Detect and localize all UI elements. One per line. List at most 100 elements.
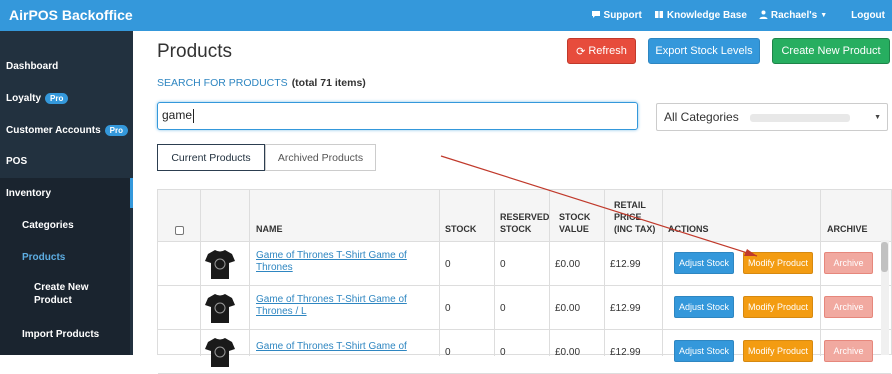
search-label: SEARCH FOR PRODUCTS (total 71 items) — [157, 77, 366, 89]
modify-product-button[interactable]: Modify Product — [743, 296, 813, 318]
adjust-stock-button[interactable]: Adjust Stock — [674, 296, 734, 318]
product-name-text: Thrones — [256, 262, 293, 273]
chat-icon — [591, 10, 601, 21]
header-text: STOCK — [559, 212, 591, 222]
sidebar-item-customer-accounts[interactable]: Customer Accounts Pro — [0, 122, 133, 138]
column-divider — [494, 190, 495, 356]
tab-current-products[interactable]: Current Products — [157, 144, 265, 171]
reserved-cell: 0 — [500, 259, 506, 270]
column-divider — [249, 190, 250, 356]
pro-badge: Pro — [104, 124, 128, 136]
user-icon — [759, 10, 768, 21]
product-name-text: Game of Thrones T-Shirt Game of — [256, 250, 407, 261]
header-text: PRICE — [614, 212, 642, 222]
column-divider — [200, 190, 201, 356]
refresh-button[interactable]: ⟳ Refresh — [567, 38, 636, 64]
sidebar-item-dashboard[interactable]: Dashboard — [0, 58, 133, 74]
table-row[interactable]: Game of Thrones T-Shirt Game of Thrones … — [158, 286, 891, 330]
main-content: Products ⟳ Refresh Export Stock Levels C… — [133, 31, 892, 374]
sidebar-item-label: Import Products — [22, 328, 100, 340]
scrollbar-thumb[interactable] — [881, 242, 888, 272]
adjust-stock-button[interactable]: Adjust Stock — [674, 252, 734, 274]
sidebar-item-label: Inventory — [6, 187, 52, 199]
support-label: Support — [603, 10, 642, 21]
app-title[interactable]: AirPOS Backoffice — [9, 7, 133, 23]
sidebar-item-label: Products — [22, 251, 66, 263]
price-cell: £12.99 — [610, 303, 641, 314]
sidebar-item-inventory[interactable]: Inventory — [0, 185, 133, 201]
export-stock-button[interactable]: Export Stock Levels — [648, 38, 760, 64]
column-divider — [820, 190, 821, 356]
stock-value-cell: £0.00 — [555, 303, 581, 314]
sidebar: Dashboard Loyalty Pro Customer Accounts … — [0, 31, 133, 355]
user-menu[interactable]: Rachael's ▼ — [753, 10, 833, 21]
stock-cell: 0 — [445, 303, 451, 314]
header-text: RESERVED — [500, 212, 550, 222]
header-reserved-stock[interactable]: RESERVED STOCK — [500, 211, 549, 235]
header-stock-value[interactable]: STOCK VALUE — [559, 211, 590, 235]
top-nav: Support Knowledge Base Rachael's ▼ Logou… — [585, 0, 892, 31]
sidebar-item-loyalty[interactable]: Loyalty Pro — [0, 90, 133, 106]
header-retail-price[interactable]: RETAIL PRICE (INC TAX) — [614, 199, 655, 235]
chevron-down-icon: ▼ — [874, 114, 881, 121]
column-divider — [662, 190, 663, 356]
header-name[interactable]: NAME — [256, 223, 283, 235]
product-name-link[interactable]: Game of Thrones T-Shirt Game of Thrones … — [256, 294, 416, 318]
refresh-icon: ⟳ — [576, 45, 586, 58]
tab-archived-products[interactable]: Archived Products — [265, 144, 376, 171]
select-all-checkbox[interactable] — [175, 226, 184, 235]
table-row[interactable]: Game of Thrones T-Shirt Game of 0 0 £0.0… — [158, 330, 891, 374]
create-new-product-button[interactable]: Create New Product — [772, 38, 890, 64]
stock-cell: 0 — [445, 259, 451, 270]
column-divider — [604, 190, 605, 356]
category-select[interactable]: All Categories ▼ — [656, 103, 888, 131]
tshirt-thumbnail — [205, 338, 235, 367]
stock-value-cell: £0.00 — [555, 347, 581, 358]
price-cell: £12.99 — [610, 259, 641, 270]
pro-badge: Pro — [45, 92, 69, 104]
sidebar-item-import-products[interactable]: Import Products — [0, 326, 133, 342]
archive-button[interactable]: Archive — [824, 340, 873, 362]
product-name-text: Thrones / L — [256, 306, 307, 317]
knowledge-base-link[interactable]: Knowledge Base — [648, 10, 753, 21]
header-actions: ACTIONS — [668, 224, 709, 234]
header-archive: ARCHIVE — [827, 224, 868, 234]
sidebar-item-pos[interactable]: POS — [0, 153, 133, 169]
modify-product-button[interactable]: Modify Product — [743, 340, 813, 362]
archive-button[interactable]: Archive — [824, 296, 873, 318]
product-name-link[interactable]: Game of Thrones T-Shirt Game of — [256, 341, 416, 353]
chevron-down-icon: ▼ — [820, 12, 828, 19]
user-name: Rachael's — [770, 10, 818, 21]
archive-button[interactable]: Archive — [824, 252, 873, 274]
book-icon — [654, 10, 664, 21]
modify-product-button[interactable]: Modify Product — [743, 252, 813, 274]
knowledge-base-label: Knowledge Base — [666, 10, 747, 21]
column-divider — [549, 190, 550, 356]
redacted-text — [750, 113, 851, 122]
search-for-products-label: SEARCH FOR PRODUCTS — [157, 77, 288, 89]
search-input[interactable]: game — [157, 102, 638, 130]
top-navbar: AirPOS Backoffice Support Knowledge Base… — [0, 0, 892, 31]
sidebar-item-products[interactable]: Products — [0, 249, 133, 265]
page-title: Products — [157, 41, 232, 62]
sidebar-item-categories[interactable]: Categories — [0, 217, 133, 233]
product-name-text: Game of Thrones T-Shirt Game of — [256, 294, 407, 305]
product-name-link[interactable]: Game of Thrones T-Shirt Game of Thrones — [256, 250, 416, 274]
table-row[interactable]: Game of Thrones T-Shirt Game of Thrones … — [158, 242, 891, 286]
sidebar-item-label: Create New — [34, 282, 89, 293]
header-stock[interactable]: STOCK — [445, 223, 476, 235]
header-text: STOCK — [500, 224, 532, 234]
sidebar-item-create-new-product[interactable]: Create New Product — [0, 281, 133, 309]
logout-link[interactable]: Logout — [833, 10, 892, 21]
header-text: VALUE — [559, 224, 589, 234]
total-items-count: (total 71 items) — [291, 77, 366, 89]
tshirt-thumbnail — [205, 294, 235, 323]
text-cursor — [193, 108, 195, 123]
sidebar-item-label: Product — [34, 295, 72, 306]
support-link[interactable]: Support — [585, 10, 648, 21]
reserved-cell: 0 — [500, 303, 506, 314]
search-input-value: game — [162, 108, 193, 122]
adjust-stock-button[interactable]: Adjust Stock — [674, 340, 734, 362]
sidebar-item-label: Loyalty — [6, 92, 42, 104]
sidebar-item-label: Customer Accounts — [6, 124, 101, 136]
